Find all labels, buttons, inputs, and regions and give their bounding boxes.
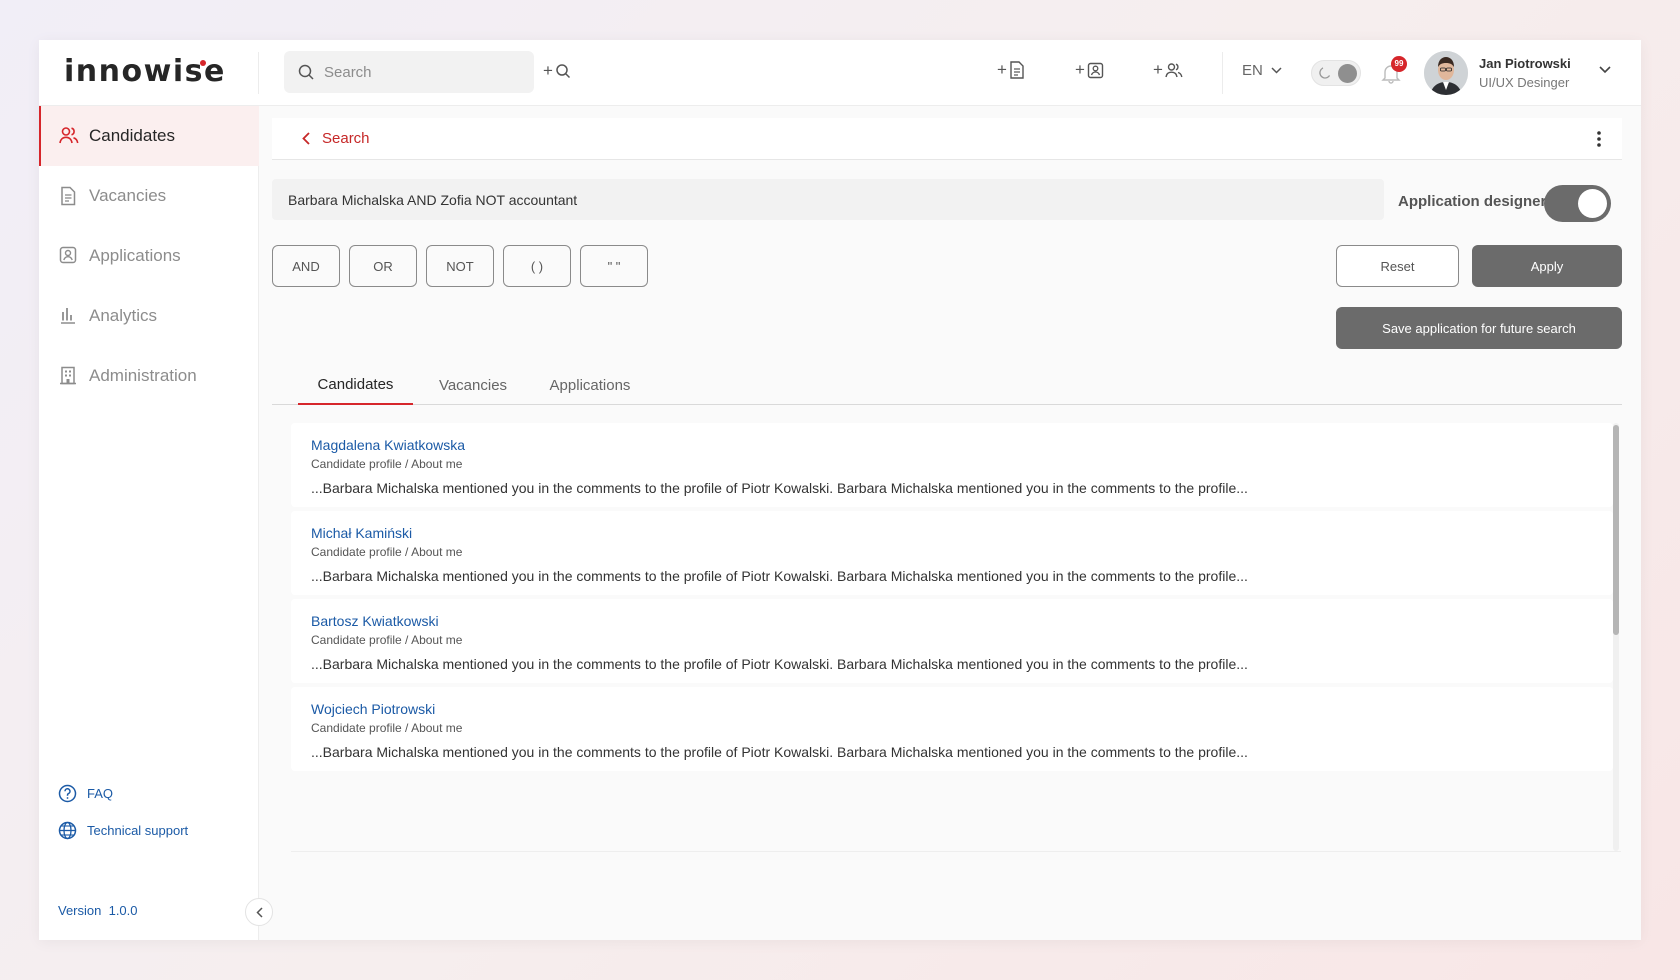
technical-support-link[interactable]: Technical support [58,821,188,840]
logo-dot [200,60,206,66]
apply-button[interactable]: Apply [1472,245,1622,287]
list-item[interactable]: Michał Kamiński Candidate profile / Abou… [291,511,1613,595]
list-item[interactable]: Magdalena Kwiatkowska Candidate profile … [291,423,1613,507]
save-search-button[interactable]: Save application for future search [1336,307,1622,349]
operator-or-button[interactable]: OR [349,245,417,287]
avatar[interactable] [1424,51,1468,95]
page-title: Search [322,130,370,147]
application-designer-toggle[interactable] [1544,185,1611,222]
result-snippet: ...Barbara Michalska mentioned you in th… [311,480,1248,496]
theme-toggle-knob [1338,64,1357,83]
plus-label: + [1153,60,1163,79]
operator-parentheses-button[interactable]: ( ) [503,245,571,287]
sidebar-item-label: Vacancies [89,186,167,205]
query-input[interactable]: Barbara Michalska AND Zofia NOT accounta… [272,179,1384,220]
faq-link[interactable]: FAQ [58,784,113,803]
user-name: Jan Piotrowski [1479,56,1571,71]
operator-quotes-button[interactable]: " " [580,245,648,287]
candidate-name-link[interactable]: Michał Kamiński [311,525,1593,541]
user-photo-icon [1424,51,1468,95]
header-divider [1222,52,1223,94]
search-input[interactable] [324,63,514,81]
sidebar-item-label: Candidates [89,126,176,145]
language-select[interactable]: EN [1242,62,1282,79]
result-snippet: ...Barbara Michalska mentioned you in th… [311,568,1248,584]
tab-candidates[interactable]: Candidates [298,365,413,405]
header-divider [258,52,259,94]
candidate-name-link[interactable]: Bartosz Kwiatkowski [311,613,1593,629]
reset-button[interactable]: Reset [1336,245,1459,287]
tab-vacancies[interactable]: Vacancies [423,365,523,405]
sidebar-item-label: Applications [89,246,181,265]
sidebar: Candidates Vacancies Applications Analyt… [39,106,273,940]
operator-and-button[interactable]: AND [272,245,340,287]
results-divider [291,851,1621,852]
app-window: innowise + + + + EN [39,40,1641,940]
advanced-search-button[interactable]: + [543,61,571,81]
add-candidate-button[interactable]: + [1153,60,1183,80]
chevron-down-icon[interactable] [1599,66,1611,74]
result-tabs: Candidates Vacancies Applications [272,365,1622,405]
more-vertical-icon[interactable] [1596,130,1602,148]
sidebar-item-label: Administration [89,366,197,385]
operator-not-button[interactable]: NOT [426,245,494,287]
global-search[interactable] [284,51,534,93]
sidebar-item-administration[interactable]: Administration [39,346,259,406]
candidate-name-link[interactable]: Magdalena Kwiatkowska [311,437,1593,453]
top-header: innowise + + + + EN [39,40,1641,106]
collapse-sidebar-button[interactable] [245,898,273,926]
result-path: Candidate profile / About me [311,545,463,559]
faq-label: FAQ [87,786,114,801]
moon-icon [1319,67,1331,79]
users-icon [59,126,79,146]
users-icon [1165,63,1183,78]
help-circle-icon [58,784,77,803]
globe-icon [58,821,77,840]
search-icon [556,64,570,79]
theme-toggle[interactable] [1311,60,1361,86]
badge-icon [1087,62,1104,78]
tab-applications[interactable]: Applications [534,365,646,405]
scrollbar-thumb[interactable] [1613,425,1619,635]
application-designer-label: Application designer [1398,193,1547,210]
plus-label: + [997,60,1007,79]
badge-icon [59,246,79,266]
add-vacancy-button[interactable]: + [997,60,1025,80]
add-application-button[interactable]: + [1075,60,1104,80]
user-role: UI/UX Desinger [1479,75,1570,90]
sidebar-item-candidates[interactable]: Candidates [39,106,259,166]
result-path: Candidate profile / About me [311,633,463,647]
chevron-left-icon [255,906,263,918]
result-path: Candidate profile / About me [311,457,463,471]
document-icon [59,186,79,206]
list-item[interactable]: Bartosz Kwiatkowski Candidate profile / … [291,599,1613,683]
document-icon [1010,61,1024,79]
page-subheader: Search [272,118,1622,160]
sidebar-item-applications[interactable]: Applications [39,226,259,286]
back-button[interactable]: Search [302,130,370,147]
result-snippet: ...Barbara Michalska mentioned you in th… [311,744,1248,760]
toggle-knob [1578,189,1607,218]
chevron-down-icon [1271,67,1282,74]
candidate-name-link[interactable]: Wojciech Piotrowski [311,701,1593,717]
list-item[interactable]: Wojciech Piotrowski Candidate profile / … [291,687,1613,771]
app-version: Version 1.0.0 [58,903,138,918]
notification-badge: 99 [1391,56,1407,72]
sidebar-item-analytics[interactable]: Analytics [39,286,259,346]
sidebar-item-vacancies[interactable]: Vacancies [39,166,259,226]
language-value: EN [1242,62,1263,79]
chevron-left-icon [302,132,310,145]
sidebar-item-label: Analytics [89,306,158,325]
plus-label: + [1075,60,1085,79]
result-snippet: ...Barbara Michalska mentioned you in th… [311,656,1248,672]
bar-chart-icon [59,306,79,326]
building-icon [59,366,79,386]
results-list: Magdalena Kwiatkowska Candidate profile … [291,423,1613,851]
search-icon [298,64,314,80]
support-label: Technical support [87,823,189,838]
result-path: Candidate profile / About me [311,721,463,735]
plus-label: + [543,61,553,80]
